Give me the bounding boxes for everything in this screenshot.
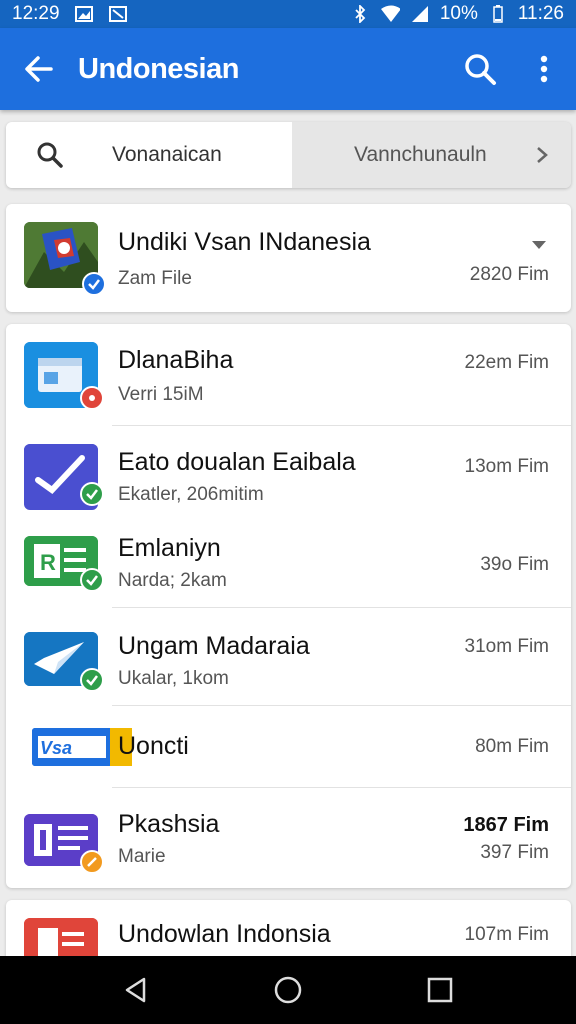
triangle-back-icon — [125, 977, 146, 1003]
item-title: Emlaniyn — [118, 534, 221, 562]
status-time-left: 12:29 — [12, 3, 60, 24]
item-subtitle: Marie — [118, 846, 166, 867]
tab-left-label: Vonanaican — [112, 143, 222, 166]
back-button[interactable] — [0, 28, 78, 110]
item-size: 80m Fim — [475, 736, 549, 757]
check-badge-icon — [80, 482, 104, 506]
bluetooth-icon — [350, 5, 370, 23]
item-title: Uoncti — [118, 732, 189, 760]
more-options-button[interactable] — [512, 28, 576, 110]
item-size: 1867 Fim — [463, 814, 549, 836]
header-item-size: 2820 Fim — [469, 264, 549, 285]
more-vert-icon — [540, 55, 548, 83]
header-item-card[interactable]: Undiki Vsan INdanesia Zam File 2820 Fim — [6, 204, 571, 312]
nav-recents-button[interactable] — [410, 960, 470, 1020]
header-item-title: Undiki Vsan INdanesia — [118, 228, 371, 256]
check-badge-icon — [82, 272, 106, 296]
wifi-icon — [380, 5, 400, 23]
list-item[interactable]: Ungam Madaraia Ukalar, 1kom 31om Fim — [6, 608, 571, 706]
check-badge-icon — [80, 568, 104, 592]
battery-level: 10% — [439, 3, 478, 24]
list-item[interactable]: Eato doualan Eaibala Ekatler, 206mitim 1… — [6, 426, 571, 518]
system-nav-bar — [0, 956, 576, 1024]
signal-icon — [410, 5, 430, 23]
item-size-secondary: 397 Fim — [480, 842, 549, 863]
tab-right-label: Vannchunauln — [354, 143, 487, 166]
footer-item-title: Undowlan Indonsia — [118, 920, 331, 948]
circle-home-icon — [274, 976, 302, 1004]
list-item[interactable]: Vsa Uoncti 80m Fim — [6, 706, 571, 788]
tab-secondary[interactable]: Vannchunauln — [292, 122, 571, 188]
svg-text:R: R — [40, 550, 56, 575]
item-size: 39o Fim — [480, 554, 549, 575]
item-subtitle: Ekatler, 206mitim — [118, 484, 264, 505]
footer-item-size: 107m Fim — [464, 924, 549, 945]
item-title: DlanaBiha — [118, 346, 234, 374]
search-button[interactable] — [448, 28, 512, 110]
tab-search[interactable]: Vonanaican — [6, 122, 292, 188]
item-subtitle: Narda; 2kam — [118, 570, 227, 591]
list-item[interactable]: DlanaBiha Verri 15iM 22em Fim — [6, 324, 571, 426]
square-recents-icon — [427, 977, 453, 1003]
item-subtitle: Ukalar, 1kom — [118, 668, 229, 689]
link-badge-icon — [80, 850, 104, 874]
list-item[interactable]: Pkashsia Marie 1867 Fim 397 Fim — [6, 788, 571, 888]
chevron-right-icon — [537, 147, 548, 163]
page-title: Undonesian — [78, 52, 239, 85]
tab-bar: Vonanaican Vannchunauln — [6, 122, 571, 188]
item-title: Ungam Madaraia — [118, 632, 310, 660]
vsa-card-icon: Vsa — [32, 728, 132, 766]
item-size: 13om Fim — [464, 456, 549, 477]
item-size: 31om Fim — [464, 636, 549, 657]
dropdown-arrow-icon[interactable] — [531, 240, 547, 250]
status-time-right: 11:26 — [517, 3, 564, 24]
item-title: Eato doualan Eaibala — [118, 448, 356, 476]
gallery-notification-icon — [108, 5, 128, 23]
vsa-icon-text: Vsa — [40, 738, 72, 758]
arrow-left-icon — [25, 56, 53, 82]
app-bar: Undonesian — [0, 28, 576, 110]
item-size: 22em Fim — [464, 352, 549, 373]
header-item-subtitle: Zam File — [118, 268, 192, 289]
search-icon — [37, 142, 63, 168]
image-notification-icon — [74, 5, 94, 23]
file-list: DlanaBiha Verri 15iM 22em Fim Eato doual… — [6, 324, 571, 888]
status-bar: 12:29 10% 11:26 — [0, 0, 576, 28]
nav-back-button[interactable] — [106, 960, 166, 1020]
check-badge-icon — [80, 668, 104, 692]
item-subtitle: Verri 15iM — [118, 384, 204, 405]
battery-icon — [488, 5, 508, 23]
nav-home-button[interactable] — [258, 960, 318, 1020]
search-icon — [465, 54, 496, 85]
item-title: Pkashsia — [118, 810, 220, 838]
alert-badge-icon — [80, 386, 104, 410]
list-item[interactable]: R Emlaniyn Narda; 2kam 39o Fim — [6, 518, 571, 608]
